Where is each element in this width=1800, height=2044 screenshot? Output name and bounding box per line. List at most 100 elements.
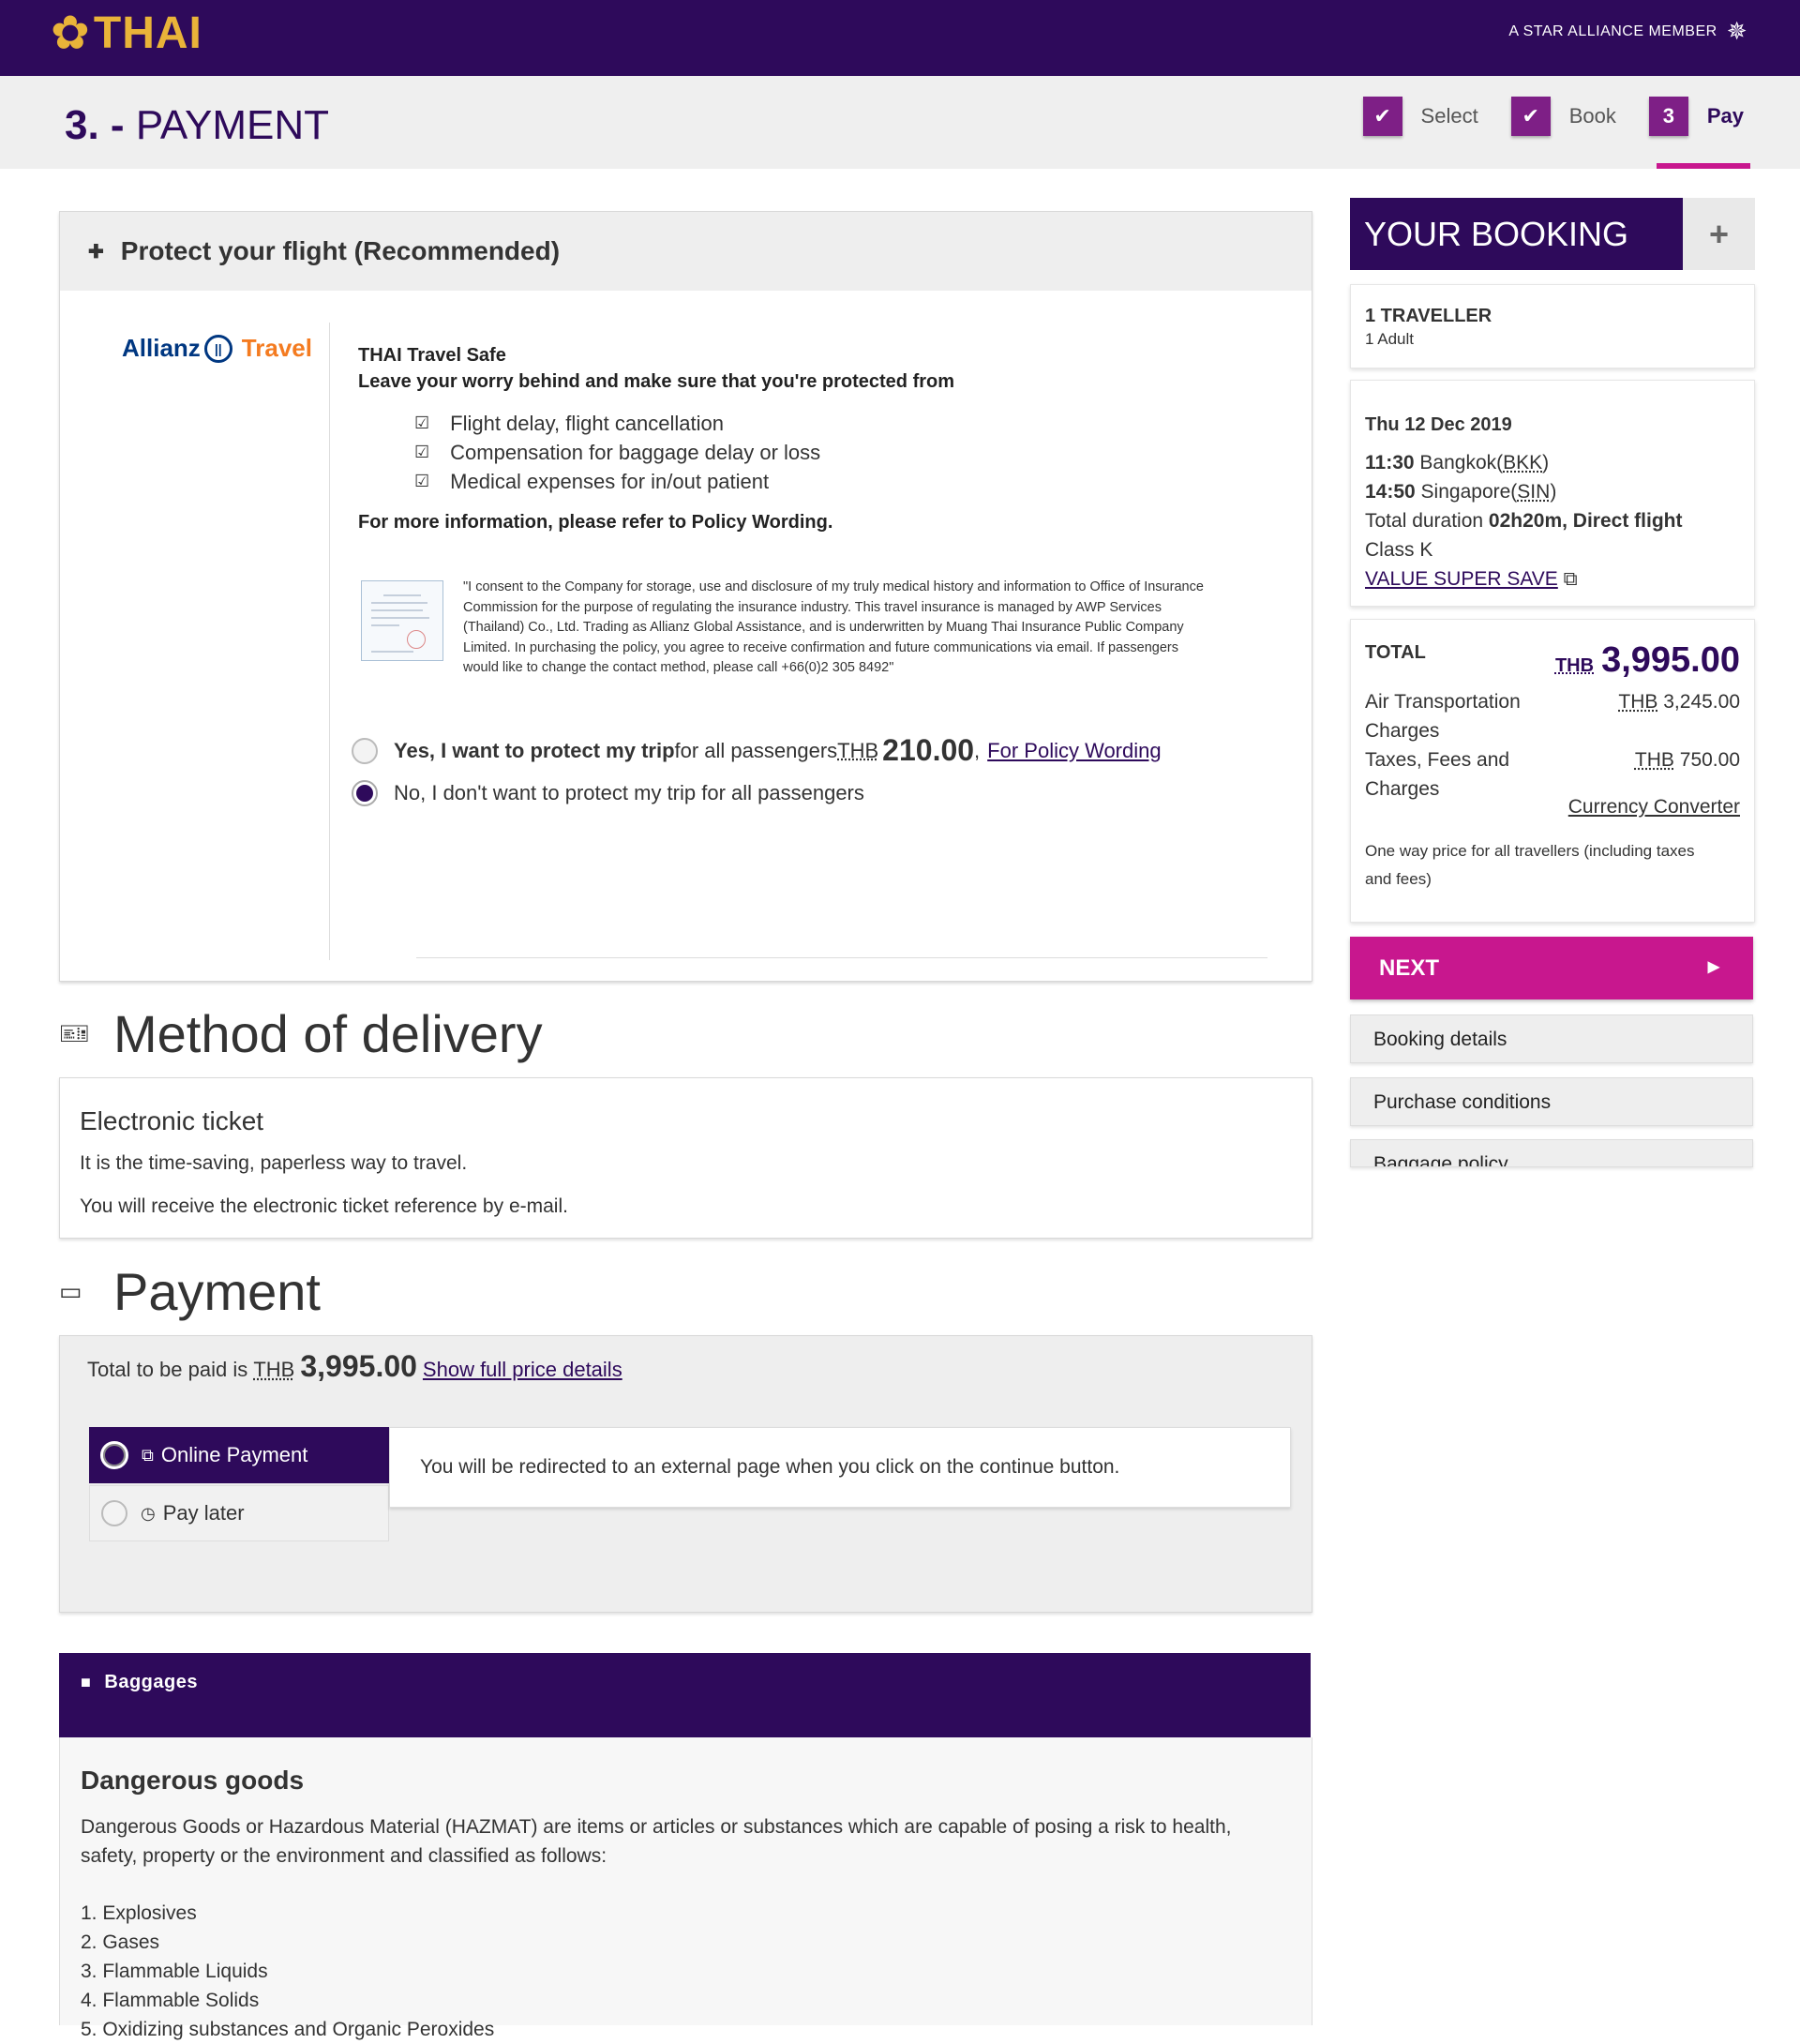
traveller-count: 1 TRAVELLER bbox=[1365, 306, 1492, 326]
credit-card-icon: ▭ bbox=[59, 1277, 82, 1305]
payment-total: Total to be paid is THB 3,995.00 Show fu… bbox=[87, 1349, 622, 1384]
step-label: Pay bbox=[1706, 104, 1744, 128]
price-card: TOTAL THB 3,995.00 Air Transportation Cha… bbox=[1350, 619, 1755, 923]
flight-duration: Total duration 02h20m, Direct flight bbox=[1365, 510, 1683, 532]
online-payment-option[interactable]: ⧉ Online Payment bbox=[89, 1427, 389, 1483]
insurance-title: Protect your flight (Recommended) bbox=[120, 236, 561, 265]
baggages-title: Baggages bbox=[104, 1672, 198, 1692]
yes-label-rest: for all passengers bbox=[674, 738, 838, 762]
currency-code: THB bbox=[253, 1358, 295, 1381]
insurance-yes-option[interactable]: Yes, I want to protect my trip for all p… bbox=[352, 733, 1162, 768]
insurance-price: 210.00 bbox=[882, 733, 975, 767]
total-amount: 3,995.00 bbox=[300, 1349, 417, 1383]
total-prefix: Total to be paid is bbox=[87, 1358, 248, 1381]
page-title-label: PAYMENT bbox=[135, 102, 329, 148]
no-radio[interactable] bbox=[352, 780, 378, 806]
traveller-card: 1 TRAVELLER 1 Adult bbox=[1350, 284, 1755, 368]
price-note: One way price for all travellers (includ… bbox=[1365, 842, 1695, 888]
payment-redirect-note: You will be redirected to an external pa… bbox=[389, 1427, 1291, 1508]
pay-later-option[interactable]: ◷ Pay later bbox=[89, 1485, 389, 1541]
top-bar: ✿ THAI A STAR ALLIANCE MEMBER ✵ bbox=[0, 0, 1800, 76]
thai-logo[interactable]: ✿ THAI bbox=[51, 5, 202, 61]
alliance-text: A STAR ALLIANCE MEMBER bbox=[1508, 23, 1718, 39]
currency-converter-link[interactable]: Currency Converter bbox=[1568, 796, 1740, 819]
current-step-indicator bbox=[1657, 163, 1750, 169]
arrival: 14:50 Singapore(SIN) bbox=[1365, 481, 1557, 503]
briefcase-plus-icon: ✚ bbox=[88, 241, 104, 263]
external-link-icon: ⧉ bbox=[1563, 568, 1578, 590]
travel-text: Travel bbox=[241, 334, 312, 362]
step-number: 3 bbox=[1648, 97, 1688, 136]
benefit-item: ☑ Flight delay, flight cancellation bbox=[414, 411, 725, 435]
consent-text: "I consent to the Company for storage, u… bbox=[463, 579, 1204, 675]
total-amount: 3,995.00 bbox=[1601, 640, 1740, 680]
flight-date: Thu 12 Dec 2019 bbox=[1365, 414, 1512, 435]
fare-family-link[interactable]: VALUE SUPER SAVE ⧉ bbox=[1365, 568, 1578, 591]
check-icon: ✔ bbox=[1362, 97, 1402, 136]
delivery-line: You will receive the electronic ticket r… bbox=[80, 1195, 568, 1217]
list-item: 4. Flammable Solids bbox=[81, 1990, 260, 2011]
allianz-text: Allianz bbox=[122, 334, 201, 362]
currency-code: THB bbox=[837, 738, 879, 762]
your-booking-title: YOUR BOOKING bbox=[1364, 215, 1629, 253]
fare-class: Class K bbox=[1365, 539, 1433, 561]
yes-radio[interactable] bbox=[352, 737, 378, 764]
list-item: 5. Oxidizing substances and Organic Pero… bbox=[81, 2019, 495, 2040]
traveller-type: 1 Adult bbox=[1365, 330, 1414, 348]
divider bbox=[329, 323, 330, 960]
benefit-item: ☑ Compensation for baggage delay or loss bbox=[414, 440, 821, 464]
baggage-policy-link[interactable]: Baggage policy bbox=[1350, 1139, 1753, 1167]
check-icon: ✔ bbox=[1510, 97, 1551, 136]
pay-later-radio[interactable] bbox=[101, 1500, 128, 1526]
checkbox-icon: ☑ bbox=[414, 443, 430, 461]
payment-panel: Total to be paid is THB 3,995.00 Show fu… bbox=[59, 1335, 1312, 1613]
benefit-item: ☑ Medical expenses for in/out patient bbox=[414, 469, 770, 493]
no-label: No, I don't want to protect my trip for … bbox=[394, 781, 864, 804]
next-button[interactable]: NEXT ▶ bbox=[1350, 937, 1753, 999]
departure: 11:30 Bangkok(BKK) bbox=[1365, 452, 1550, 473]
delivery-type: Electronic ticket bbox=[80, 1106, 264, 1135]
step-book[interactable]: ✔ Book bbox=[1510, 97, 1616, 136]
clock-icon: ◷ bbox=[141, 1503, 156, 1523]
list-item: 1. Explosives bbox=[81, 1902, 197, 1924]
currency-code: THB bbox=[1554, 655, 1595, 676]
checkbox-icon: ☑ bbox=[414, 472, 430, 490]
show-price-details-link[interactable]: Show full price details bbox=[423, 1358, 622, 1382]
certificate-thumbnail bbox=[361, 580, 443, 661]
orchid-icon: ✿ bbox=[51, 6, 90, 60]
yes-label: Yes, I want to protect my trip bbox=[394, 738, 675, 762]
your-booking-header: YOUR BOOKING + bbox=[1350, 198, 1755, 270]
list-item: 2. Gases bbox=[81, 1931, 160, 1953]
online-payment-radio[interactable] bbox=[100, 1441, 128, 1469]
baggages-header[interactable]: ■ Baggages bbox=[59, 1653, 1311, 1737]
insurance-no-option[interactable]: No, I don't want to protect my trip for … bbox=[352, 780, 864, 806]
expand-booking-button[interactable]: + bbox=[1683, 198, 1755, 270]
next-label: NEXT bbox=[1379, 955, 1440, 981]
purchase-conditions-link[interactable]: Purchase conditions bbox=[1350, 1077, 1753, 1126]
step-label: Select bbox=[1420, 104, 1478, 128]
dangerous-goods-list: 1. Explosives 2. Gases 3. Flammable Liqu… bbox=[81, 1899, 494, 2044]
total-label: TOTAL bbox=[1365, 642, 1426, 663]
baggages-panel: Dangerous goods Dangerous Goods or Hazar… bbox=[59, 1737, 1312, 2040]
booking-details-link[interactable]: Booking details bbox=[1350, 1014, 1753, 1063]
product-subtitle: Leave your worry behind and make sure th… bbox=[358, 371, 955, 392]
page-title-number: 3. - bbox=[65, 102, 125, 148]
title-bar: 3. - PAYMENT ✔ Select ✔ Book 3 Pay bbox=[0, 76, 1800, 169]
delivery-line: It is the time-saving, paperless way to … bbox=[80, 1152, 468, 1174]
step-label: Book bbox=[1568, 104, 1616, 128]
dangerous-goods-description: Dangerous Goods or Hazardous Material (H… bbox=[81, 1816, 1232, 1867]
logo-text: THAI bbox=[93, 8, 202, 58]
comma: , bbox=[974, 738, 981, 762]
caret-right-icon: ▶ bbox=[1707, 959, 1719, 975]
delivery-section-title: 🎫︎ Method of delivery bbox=[59, 1004, 543, 1063]
more-info-text: For more information, please refer to Po… bbox=[358, 512, 833, 533]
payment-section-title: ▭ Payment bbox=[59, 1262, 321, 1321]
policy-wording-link[interactable]: For Policy Wording bbox=[987, 739, 1161, 763]
charge-amount: THB 750.00 bbox=[1634, 749, 1740, 771]
page-title: 3. - PAYMENT bbox=[65, 102, 329, 149]
benefits-list: ☑ Flight delay, flight cancellation ☑ Comp… bbox=[414, 409, 820, 496]
step-select[interactable]: ✔ Select bbox=[1362, 97, 1478, 136]
charge-amount: THB 3,245.00 bbox=[1618, 691, 1740, 713]
pay-later-label: Pay later bbox=[162, 1501, 245, 1525]
suitcase-icon: ■ bbox=[81, 1673, 92, 1691]
